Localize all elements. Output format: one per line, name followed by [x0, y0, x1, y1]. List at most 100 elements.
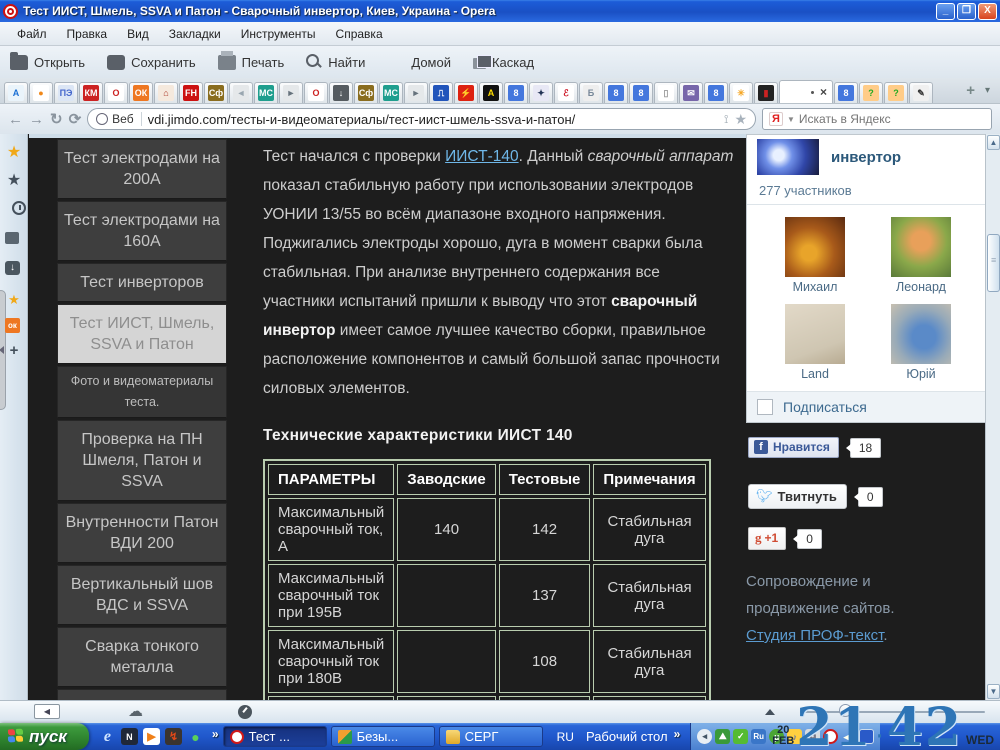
tab-close-icon[interactable]: ×	[820, 85, 827, 99]
tray-ru-icon[interactable]: Ru	[751, 729, 766, 744]
fastforward-icon[interactable]: ⟳	[69, 110, 82, 128]
favicon-tab-15[interactable]: МС	[379, 82, 403, 103]
sidebar-item-5[interactable]: Проверка на ПН Шмеля, Патон и SSVA	[57, 420, 227, 501]
menu-item-5[interactable]: Справка	[327, 24, 392, 44]
favicon-tab-11[interactable]: ►	[279, 82, 303, 103]
tray-land-icon[interactable]: ⛰︎	[715, 729, 730, 744]
member-avatar[interactable]	[891, 217, 951, 277]
menu-item-3[interactable]: Закладки	[160, 24, 230, 44]
favicon-tab-33[interactable]: ?	[859, 82, 883, 103]
toolbar-button-save[interactable]: Сохранить	[107, 55, 196, 70]
task-button-1[interactable]: Безы...	[331, 726, 435, 747]
tray-check-icon[interactable]: ✓	[733, 729, 748, 744]
menu-item-1[interactable]: Правка	[58, 24, 117, 44]
favicon-tab-17[interactable]: ⎍	[429, 82, 453, 103]
minimize-button[interactable]: _	[936, 3, 955, 20]
panel-toggle-button[interactable]: ◀	[34, 704, 60, 719]
toolbar-button-folder[interactable]: Открыть	[10, 55, 85, 70]
favicon-tab-2[interactable]: ПЭ	[54, 82, 78, 103]
quicklaunch-ie-icon[interactable]: e	[99, 728, 116, 745]
member-2[interactable]: Land	[765, 304, 865, 381]
reload-icon[interactable]: ↻	[50, 110, 63, 128]
start-button[interactable]: пуск	[0, 723, 89, 750]
favicon-tab-25[interactable]: 8	[629, 82, 653, 103]
google-plus-one-button[interactable]: g +1	[748, 527, 786, 550]
favicon-tab-23[interactable]: Б	[579, 82, 603, 103]
bookmark-star-icon[interactable]: ★	[734, 111, 747, 128]
add-panel-icon[interactable]: +	[5, 342, 23, 360]
search-engine-dropdown-icon[interactable]: ▼	[787, 115, 795, 124]
favicon-tab-26[interactable]: ▯	[654, 82, 678, 103]
url-field[interactable]: Веб vdi.jimdo.com/тесты-и-видеоматериалы…	[87, 108, 756, 130]
favicon-tab-6[interactable]: ⌂	[154, 82, 178, 103]
history-clock-icon[interactable]	[12, 201, 26, 215]
favicon-tab-9[interactable]: ◄	[229, 82, 253, 103]
downloads-icon[interactable]: ↓	[5, 261, 20, 275]
subscribe-label[interactable]: Подписаться	[783, 399, 867, 415]
sidebar-item-7[interactable]: Вертикальный шов ВДС и SSVA	[57, 565, 227, 625]
toolbar-button-find[interactable]: Найти	[306, 54, 365, 70]
star-small-icon[interactable]: ★	[5, 292, 23, 310]
menu-item-2[interactable]: Вид	[118, 24, 158, 44]
favicon-tab-4[interactable]: О	[104, 82, 128, 103]
active-tab[interactable]: ×	[779, 80, 833, 103]
member-avatar[interactable]	[891, 304, 951, 364]
desktop-overflow-icon[interactable]: »	[674, 727, 681, 741]
search-field[interactable]: Я ▼	[762, 108, 992, 130]
favicon-tab-12[interactable]: О	[304, 82, 328, 103]
rss-icon[interactable]: ⟟	[724, 112, 728, 127]
notes-icon[interactable]	[5, 232, 19, 244]
member-3[interactable]: Юрій	[871, 304, 971, 381]
task-button-0[interactable]: Тест ...	[223, 726, 327, 747]
toolbar-button-casc[interactable]: Каскад	[473, 55, 534, 70]
sidebar-item-3[interactable]: Тест ИИСТ, Шмель, SSVA и Патон	[57, 304, 227, 364]
favicon-tab-3[interactable]: КМ	[79, 82, 103, 103]
favicon-tab-16[interactable]: ►	[404, 82, 428, 103]
prof-text-link[interactable]: Студия ПРОФ-текст	[746, 627, 883, 644]
vertical-scrollbar[interactable]: ▲ ▼	[985, 134, 1000, 700]
favicon-tab-22[interactable]: ℰ	[554, 82, 578, 103]
quicklaunch-dark-icon[interactable]: N	[121, 728, 138, 745]
favicon-tab-8[interactable]: Сф	[204, 82, 228, 103]
tab-list-icon[interactable]: ▾	[985, 85, 990, 96]
favicon-tab-13[interactable]: ↓	[329, 82, 353, 103]
menu-item-4[interactable]: Инструменты	[232, 24, 325, 44]
favicon-tab-27[interactable]: ✉	[679, 82, 703, 103]
favicon-tab-21[interactable]: ✦	[529, 82, 553, 103]
forward-icon[interactable]: →	[29, 111, 44, 128]
member-1[interactable]: Леонард	[871, 217, 971, 294]
tweet-button[interactable]: 🐦︎ Твитнуть	[748, 484, 847, 509]
sidebar-item-6[interactable]: Внутренности Патон ВДИ 200	[57, 503, 227, 563]
facebook-like-button[interactable]: f Нравится	[748, 437, 839, 458]
member-0[interactable]: Михаил	[765, 217, 865, 294]
member-avatar[interactable]	[785, 217, 845, 277]
community-photo[interactable]	[757, 139, 819, 175]
star-icon[interactable]: ★	[5, 170, 23, 188]
favicon-tab-14[interactable]: Сф	[354, 82, 378, 103]
quicklaunch-fire-icon[interactable]: ↯	[165, 728, 182, 745]
scrollbar-thumb[interactable]	[987, 234, 1000, 292]
new-tab-icon[interactable]: +	[966, 82, 975, 99]
menu-item-0[interactable]: Файл	[8, 24, 56, 44]
sidebar-item-9[interactable]: Сварка тонкого металла 2	[57, 689, 227, 700]
sidebar-item-2[interactable]: Тест инверторов	[57, 263, 227, 302]
quicklaunch-green-icon[interactable]: ●	[187, 728, 204, 745]
favicon-tab-7[interactable]: FH	[179, 82, 203, 103]
quicklaunch-play-icon[interactable]: ▶	[143, 728, 160, 745]
favicon-tab-28[interactable]: 8	[704, 82, 728, 103]
favicon-tab-34[interactable]: ?	[884, 82, 908, 103]
favicon-tab-35[interactable]: ✎	[909, 82, 933, 103]
back-icon[interactable]: ←	[8, 111, 23, 128]
member-name[interactable]: Юрій	[871, 367, 971, 381]
scroll-down-icon[interactable]: ▼	[987, 684, 1000, 699]
task-button-2[interactable]: СЕРГ	[439, 726, 543, 747]
ok-badge-icon[interactable]: ок	[5, 318, 20, 333]
favicon-tab-24[interactable]: 8	[604, 82, 628, 103]
sidebar-item-4[interactable]: Фото и видеоматериалы теста.	[57, 366, 227, 418]
favicon-tab-1[interactable]: ●	[29, 82, 53, 103]
member-name[interactable]: Михаил	[765, 280, 865, 294]
favicon-tab-32[interactable]: 8	[834, 82, 858, 103]
sidebar-item-1[interactable]: Тест электродами на 160А	[57, 201, 227, 261]
favicon-tab-0[interactable]: А	[4, 82, 28, 103]
favicon-tab-19[interactable]: A	[479, 82, 503, 103]
